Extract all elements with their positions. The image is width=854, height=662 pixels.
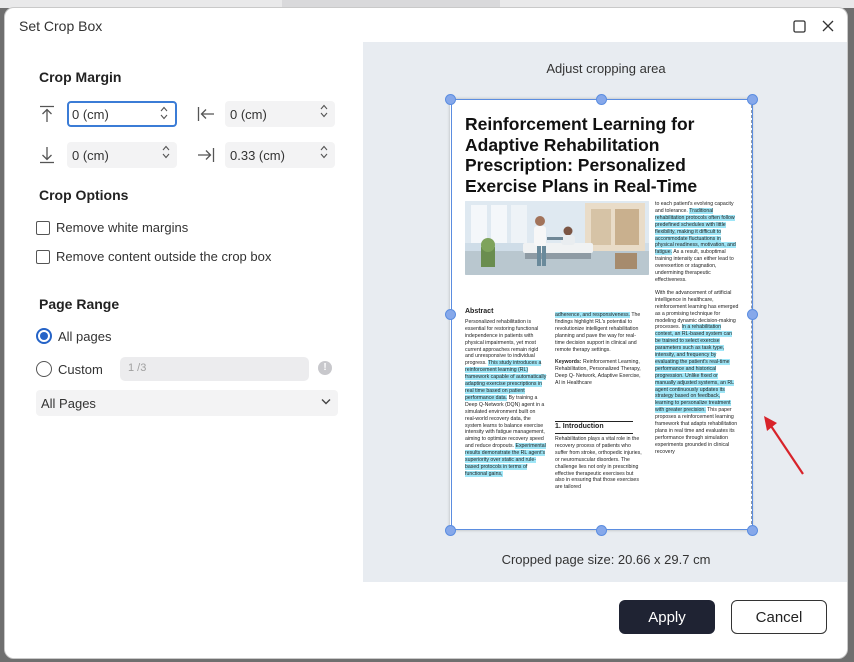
margin-left-icon xyxy=(197,101,225,127)
custom-range-input[interactable]: 1 /3 xyxy=(120,357,309,381)
margin-bottom-icon xyxy=(39,142,67,168)
page-subset-select[interactable]: All Pages xyxy=(36,390,338,416)
all-pages-radio[interactable]: All pages xyxy=(36,328,111,344)
chevron-down-icon xyxy=(162,153,170,159)
right-margin-input[interactable]: 0.33 (cm) xyxy=(225,142,335,168)
chevron-up-icon xyxy=(160,106,168,112)
close-button[interactable] xyxy=(816,14,840,38)
remove-white-margins-checkbox[interactable]: Remove white margins xyxy=(36,220,188,235)
all-pages-label: All pages xyxy=(58,328,112,344)
crop-handle-left[interactable] xyxy=(445,309,456,320)
close-icon xyxy=(822,20,834,32)
checkbox-box[interactable] xyxy=(36,249,50,264)
maximize-icon xyxy=(792,19,806,33)
crop-handle-top-right[interactable] xyxy=(747,94,758,105)
crop-handle-top-left[interactable] xyxy=(445,94,456,105)
chevron-down-icon xyxy=(320,112,328,118)
custom-radio[interactable]: Custom xyxy=(36,361,103,377)
annotation-arrow-icon xyxy=(764,416,804,475)
maximize-button[interactable] xyxy=(787,14,811,38)
chevron-down-icon xyxy=(160,114,168,120)
margin-right-icon xyxy=(197,142,225,168)
remove-outside-label: Remove content outside the crop box xyxy=(56,249,272,264)
margin-top-icon xyxy=(39,101,67,127)
top-margin-stepper[interactable] xyxy=(160,106,168,120)
bottom-margin-stepper[interactable] xyxy=(162,145,170,159)
info-icon[interactable]: ! xyxy=(318,361,332,375)
remove-outside-checkbox[interactable]: Remove content outside the crop box xyxy=(36,249,271,264)
chevron-up-icon xyxy=(162,145,170,151)
remove-white-margins-label: Remove white margins xyxy=(56,220,189,235)
chevron-down-icon xyxy=(321,399,331,405)
crop-preview-panel: Adjust cropping area Reinforcement Learn… xyxy=(363,42,847,582)
crop-box-frame[interactable] xyxy=(451,99,753,530)
dialog-footer: Apply Cancel xyxy=(5,582,847,658)
crop-handle-right[interactable] xyxy=(747,309,758,320)
bottom-margin-field: 0 (cm) xyxy=(39,142,177,168)
radio-selected-indicator[interactable] xyxy=(36,328,52,344)
crop-handle-top[interactable] xyxy=(596,94,607,105)
chevron-up-icon xyxy=(320,145,328,151)
page-range-title: Page Range xyxy=(39,296,120,312)
crop-margin-title: Crop Margin xyxy=(39,69,122,85)
cancel-button[interactable]: Cancel xyxy=(731,600,827,634)
top-margin-field: 0 (cm) xyxy=(39,101,177,127)
left-margin-stepper[interactable] xyxy=(320,104,328,118)
custom-label: Custom xyxy=(58,361,103,377)
left-margin-input[interactable]: 0 (cm) xyxy=(225,101,335,127)
crop-options-title: Crop Options xyxy=(39,187,129,203)
right-margin-stepper[interactable] xyxy=(320,145,328,159)
cropped-page-size: Cropped page size: 20.66 x 29.7 cm xyxy=(501,552,711,567)
checkbox-box[interactable] xyxy=(36,220,50,235)
chevron-down-icon xyxy=(320,153,328,159)
crop-handle-bottom-right[interactable] xyxy=(747,525,758,536)
crop-handle-bottom[interactable] xyxy=(596,525,607,536)
bottom-margin-input[interactable]: 0 (cm) xyxy=(67,142,177,168)
set-crop-box-dialog: Set Crop Box Crop Margin 0 (cm) 0 (cm) 0… xyxy=(4,7,848,659)
left-margin-field: 0 (cm) xyxy=(197,101,335,127)
apply-button[interactable]: Apply xyxy=(619,600,715,634)
radio-indicator[interactable] xyxy=(36,361,52,377)
right-margin-field: 0.33 (cm) xyxy=(197,142,335,168)
chevron-up-icon xyxy=(320,104,328,110)
crop-handle-bottom-left[interactable] xyxy=(445,525,456,536)
dialog-title: Set Crop Box xyxy=(19,18,103,34)
settings-panel: Crop Margin 0 (cm) 0 (cm) 0 (cm) 0.33 (c… xyxy=(5,42,363,582)
top-margin-input[interactable]: 0 (cm) xyxy=(67,101,177,127)
adjust-cropping-label: Adjust cropping area xyxy=(546,61,666,76)
